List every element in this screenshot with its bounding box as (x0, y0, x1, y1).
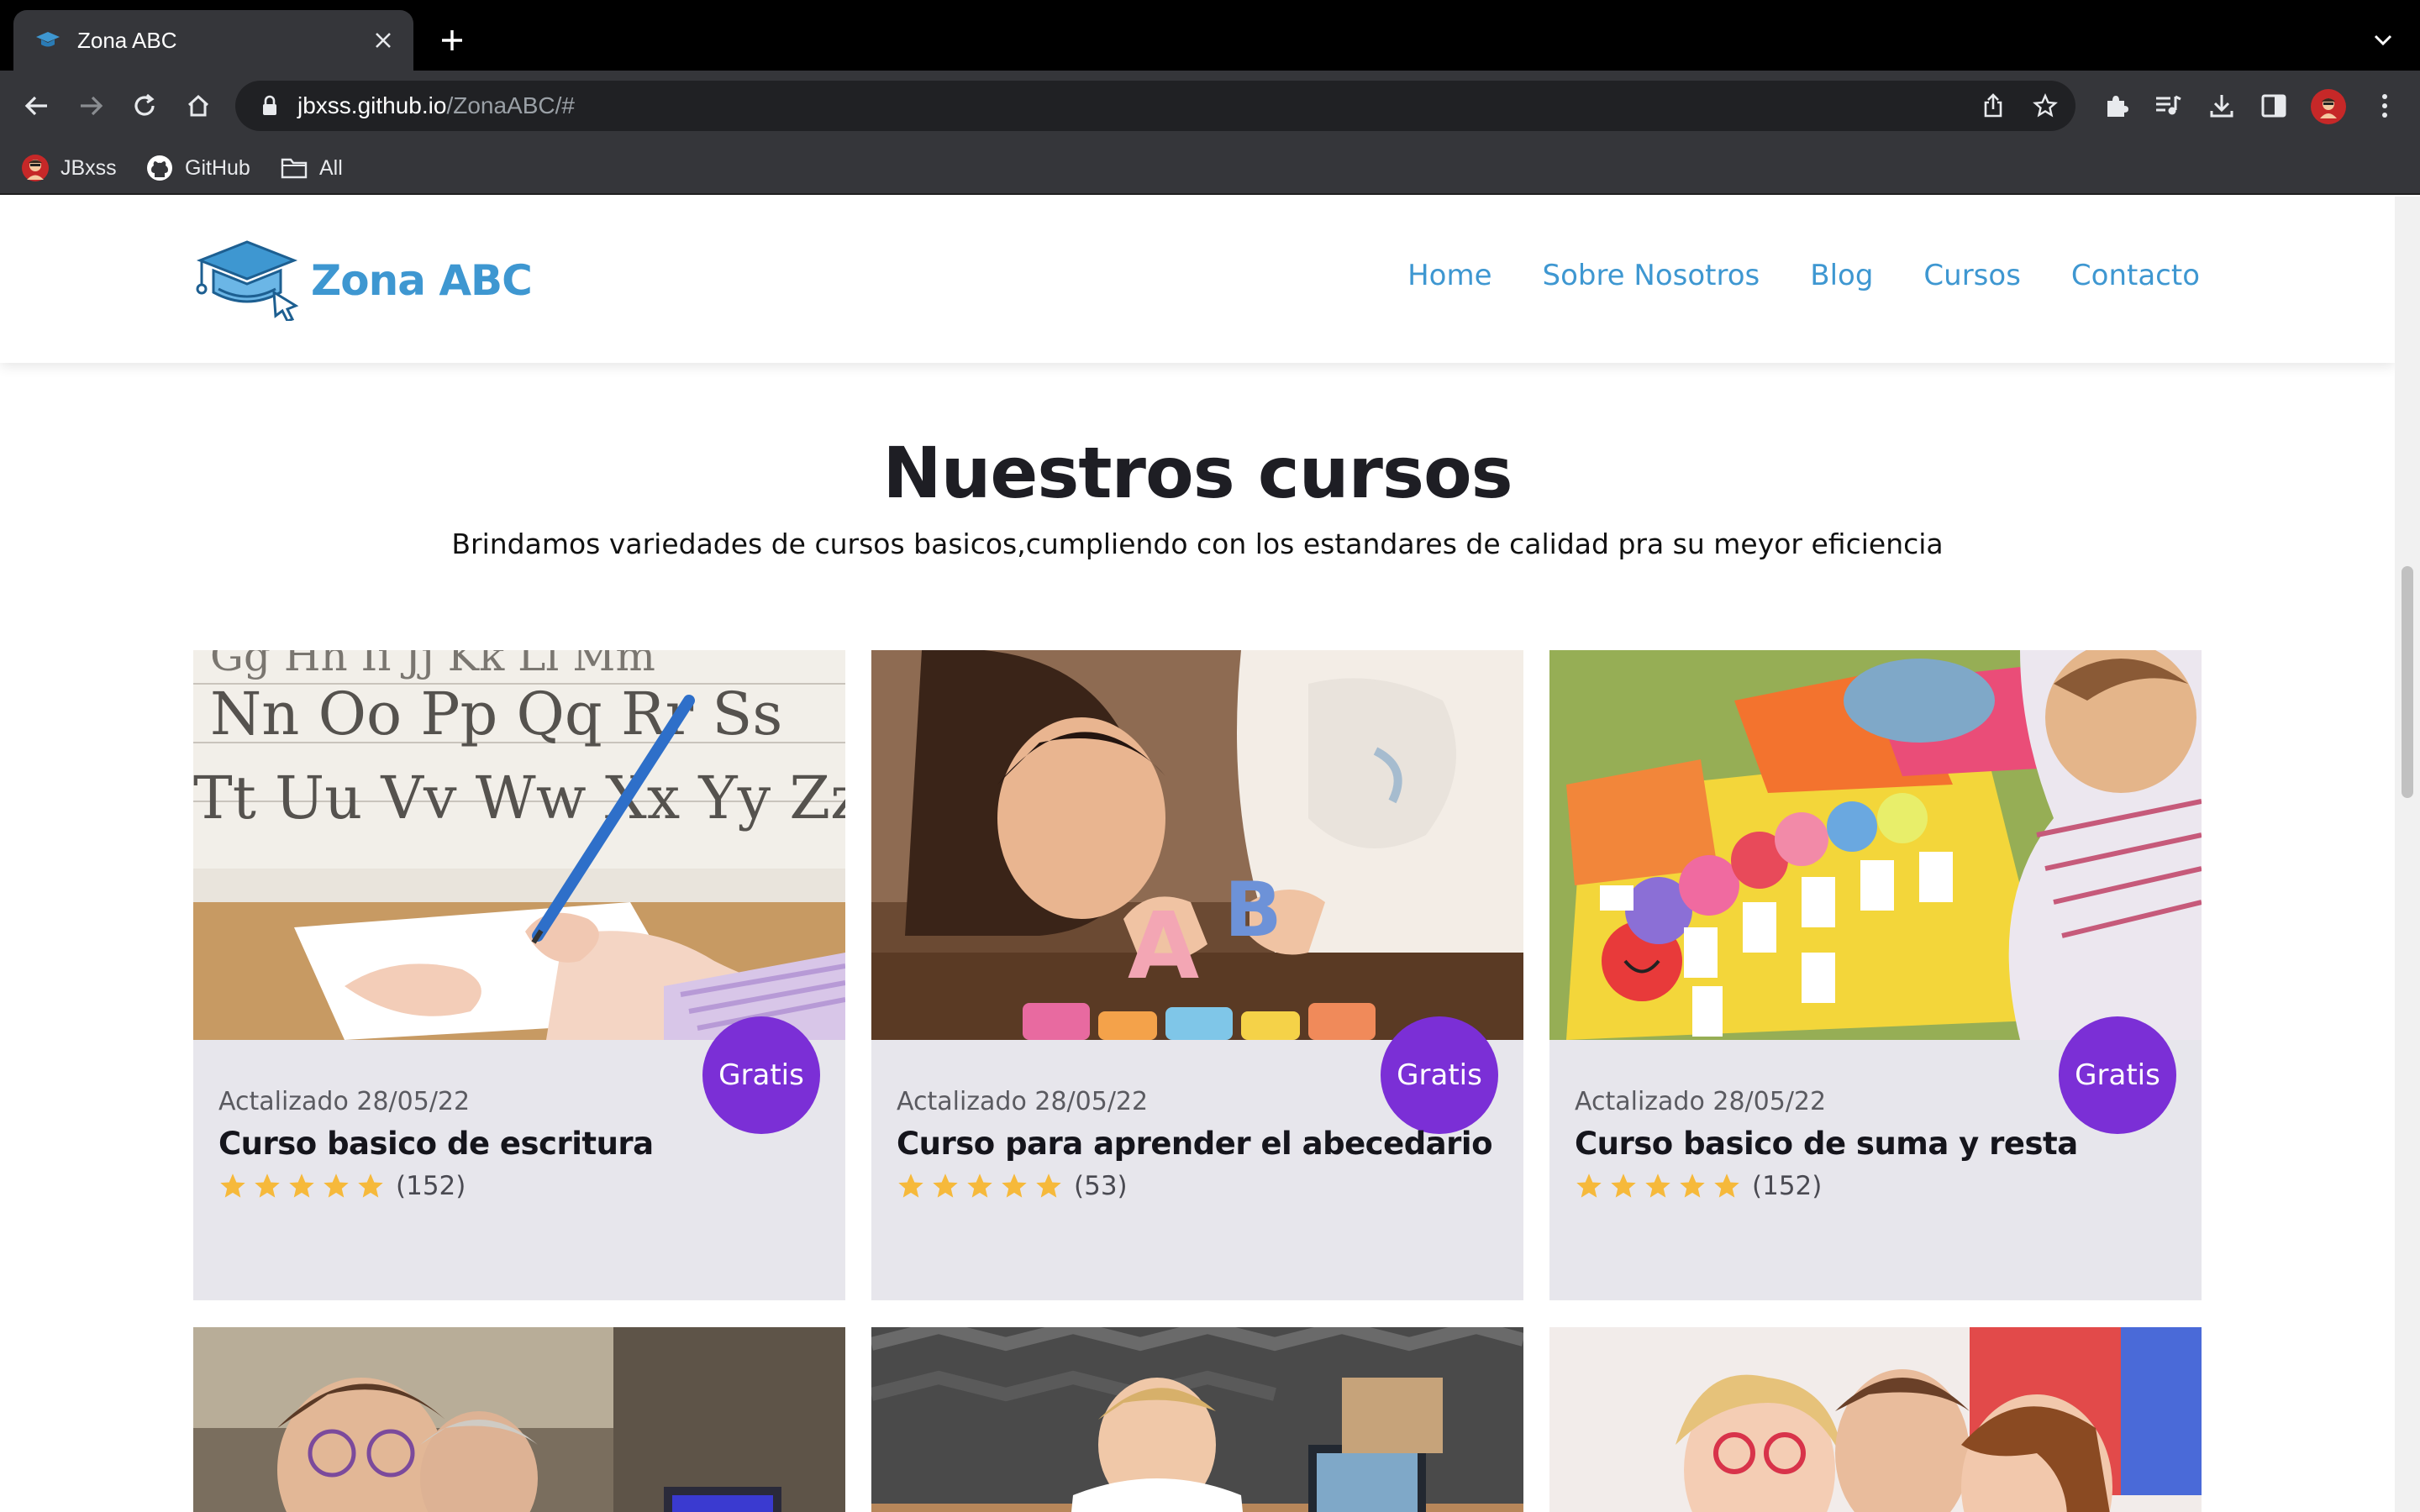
star-icon (898, 1173, 923, 1198)
folder-icon (281, 155, 308, 181)
star-icon (1645, 1173, 1670, 1198)
star-icon (324, 1173, 349, 1198)
price-badge: Gratis (702, 1016, 820, 1134)
star-icon (358, 1173, 383, 1198)
course-card[interactable]: Nn Oo Pp Qq Rr Ss Tt Uu Vv Ww Xx Yy Zz G… (193, 650, 845, 1300)
url-text: jbxss.github.io/ZonaABC/# (297, 92, 575, 119)
nav-cursos[interactable]: Cursos (1923, 259, 2021, 292)
svg-text:Gg Hh Ii Jj Kk Ll Mm: Gg Hh Ii Jj Kk Ll Mm (210, 650, 655, 680)
card-rating: (152) (1575, 1171, 1822, 1201)
main-nav: Home Sobre Nosotros Blog Cursos Contacto (1357, 259, 2200, 292)
extensions-puzzle-icon[interactable] (2097, 87, 2134, 124)
star-icon (933, 1173, 958, 1198)
url-host: jbxss.github.io (297, 92, 447, 118)
bookmark-label: All (319, 155, 343, 180)
browser-tab[interactable]: Zona ABC (13, 10, 413, 71)
card-date: Actalizado 28/05/22 (218, 1087, 471, 1116)
star-icon (1680, 1173, 1705, 1198)
page-scrollbar[interactable] (2395, 197, 2420, 1512)
star-icon (967, 1173, 992, 1198)
course-card-image-seniors[interactable] (193, 1327, 845, 1512)
section-title: Nuestros cursos (882, 432, 1512, 514)
github-icon (146, 155, 173, 181)
bookmark-jbxss[interactable]: JBxss (22, 153, 117, 183)
page-viewport: Zona ABC Home Sobre Nosotros Blog Cursos… (0, 197, 2395, 1512)
star-icon (1036, 1173, 1061, 1198)
home-icon[interactable] (180, 87, 217, 124)
bookmark-all[interactable]: All (281, 153, 343, 183)
rating-count: (152) (396, 1171, 466, 1201)
rating-count: (53) (1074, 1171, 1128, 1201)
star-icon (1002, 1173, 1027, 1198)
address-bar[interactable]: jbxss.github.io/ZonaABC/# (235, 81, 2075, 131)
price-badge: Gratis (1381, 1016, 1498, 1134)
svg-text:B: B (1224, 866, 1282, 954)
card-title[interactable]: Curso basico de escritura (218, 1126, 654, 1162)
rating-count: (152) (1752, 1171, 1823, 1201)
forward-arrow-icon[interactable] (72, 87, 109, 124)
star-icon (289, 1173, 314, 1198)
back-arrow-icon[interactable] (18, 87, 55, 124)
bookmarks-bar: JBxss GitHub All (0, 141, 2420, 195)
star-icon (255, 1173, 280, 1198)
bookmark-label: JBxss (60, 155, 117, 180)
star-bookmark-icon[interactable] (2027, 87, 2064, 124)
media-queue-icon[interactable] (2149, 87, 2186, 124)
card-rating: (53) (897, 1171, 1128, 1201)
download-icon[interactable] (2203, 87, 2240, 124)
course-card-image-kids[interactable] (1549, 1327, 2202, 1512)
course-card[interactable]: A B Gratis Actalizado 28/05/22 Curso par… (871, 650, 1523, 1300)
tab-title: Zona ABC (77, 27, 177, 53)
url-path: /ZonaABC/# (446, 92, 575, 118)
nav-blog[interactable]: Blog (1810, 259, 1873, 292)
card-title[interactable]: Curso basico de suma y resta (1575, 1126, 2078, 1162)
alphabet-blocks-photo: A B (871, 650, 1523, 1040)
bookmark-label: GitHub (185, 155, 250, 180)
svg-text:A: A (1128, 892, 1199, 1000)
share-icon[interactable] (1975, 87, 2012, 124)
tab-strip: Zona ABC (0, 0, 2420, 71)
course-card-image-boy-laptop[interactable] (871, 1327, 1523, 1512)
more-vertical-icon[interactable] (2366, 87, 2403, 124)
card-date: Actalizado 28/05/22 (897, 1087, 1149, 1116)
child-writing-photo: Nn Oo Pp Qq Rr Ss Tt Uu Vv Ww Xx Yy Zz G… (193, 650, 845, 1040)
new-tab-button[interactable] (434, 22, 471, 59)
card-title[interactable]: Curso para aprender el abecedario (897, 1126, 1493, 1162)
chevron-down-icon[interactable] (2366, 24, 2400, 57)
graduation-cap-logo-icon (193, 237, 308, 324)
bookmark-github[interactable]: GitHub (146, 153, 250, 183)
math-crafts-photo (1549, 650, 2202, 1040)
svg-text:Tt Uu Vv Ww Xx Yy Zz: Tt Uu Vv Ww Xx Yy Zz (193, 764, 845, 832)
nav-contacto[interactable]: Contacto (2071, 259, 2200, 292)
profile-avatar-icon[interactable] (2311, 89, 2346, 124)
price-badge: Gratis (2059, 1016, 2176, 1134)
section-subtitle: Brindamos variedades de cursos basicos,c… (451, 528, 1944, 560)
svg-text:Nn Oo Pp Qq Rr Ss: Nn Oo Pp Qq Rr Ss (210, 680, 782, 748)
logo-text: Zona ABC (311, 256, 533, 305)
scrollbar-thumb[interactable] (2402, 566, 2413, 798)
avatar-icon (22, 155, 49, 181)
lock-icon[interactable] (260, 94, 281, 118)
site-logo[interactable]: Zona ABC (193, 237, 533, 324)
reload-icon[interactable] (126, 87, 163, 124)
star-icon (1576, 1173, 1602, 1198)
nav-home[interactable]: Home (1407, 259, 1491, 292)
card-rating: (152) (218, 1171, 466, 1201)
graduation-cap-icon (35, 28, 60, 53)
card-date: Actalizado 28/05/22 (1575, 1087, 1827, 1116)
course-card[interactable]: Gratis Actalizado 28/05/22 Curso basico … (1549, 650, 2202, 1300)
site-header: Zona ABC Home Sobre Nosotros Blog Cursos… (0, 197, 2395, 363)
star-icon (1611, 1173, 1636, 1198)
browser-toolbar: jbxss.github.io/ZonaABC/# (0, 71, 2420, 141)
star-icon (1714, 1173, 1739, 1198)
nav-sobre-nosotros[interactable]: Sobre Nosotros (1542, 259, 1760, 292)
close-icon[interactable] (366, 24, 400, 57)
star-icon (220, 1173, 245, 1198)
side-panel-icon[interactable] (2255, 87, 2292, 124)
